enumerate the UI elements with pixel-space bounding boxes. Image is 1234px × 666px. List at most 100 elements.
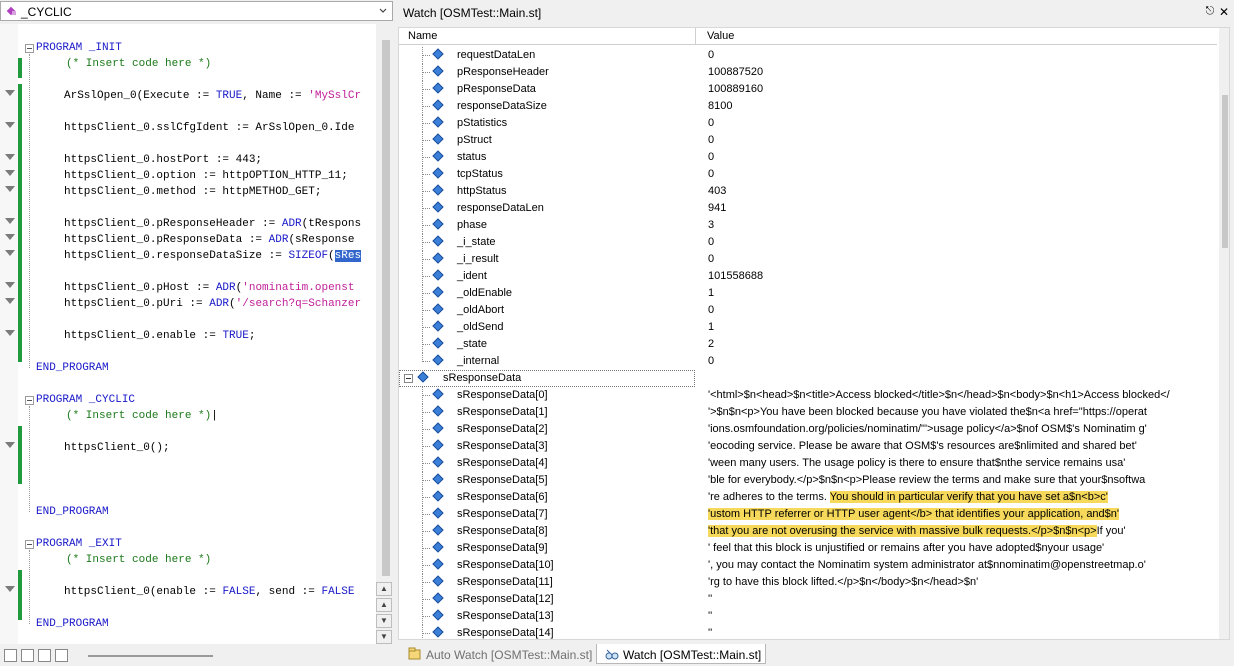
tab-watch[interactable]: Watch [OSMTest::Main.st] (596, 644, 766, 664)
tab-auto-watch[interactable]: Auto Watch [OSMTest::Main.st] (400, 644, 596, 664)
watch-row[interactable]: httpStatus 403 (399, 183, 1217, 200)
watch-row[interactable]: _internal 0 (399, 353, 1217, 370)
watch-row[interactable]: _state 2 (399, 336, 1217, 353)
variable-name: sResponseData[8] (457, 525, 548, 537)
text-cursor: | (211, 410, 218, 422)
watch-row[interactable]: _oldAbort 0 (399, 302, 1217, 319)
watch-row[interactable]: sResponseData[11] 'rg to have this block … (399, 574, 1217, 591)
variable-value: 0 (708, 168, 715, 180)
watch-row[interactable]: sResponseData[12] '' (399, 591, 1217, 608)
watch-row[interactable]: sResponseData[5] 'ble for everybody.</p>$… (399, 472, 1217, 489)
variable-name: status (457, 151, 487, 163)
variable-icon (432, 48, 444, 60)
watch-row[interactable]: sResponseData[9] ' feel that this block i… (399, 540, 1217, 557)
variable-icon (432, 541, 444, 553)
breakpoint-marker-icon[interactable] (5, 250, 15, 256)
watch-grid[interactable]: Name Value requestDataLen 0 pResponseHeade… (398, 27, 1230, 640)
breakpoint-marker-icon[interactable] (5, 298, 15, 304)
watch-row[interactable]: status 0 (399, 149, 1217, 166)
scroll-down-icon[interactable]: ▼ (376, 614, 392, 628)
watch-row[interactable]: responseDataLen 941 (399, 200, 1217, 217)
breakpoint-marker-icon[interactable] (5, 154, 15, 160)
code-editor[interactable]: PROGRAM _INIT (* Insert code here *) ArS… (0, 24, 376, 644)
watch-row[interactable]: _oldEnable 1 (399, 285, 1217, 302)
view-mode-icon[interactable] (4, 649, 17, 662)
close-icon[interactable]: ✕ (1218, 5, 1230, 19)
column-header-name[interactable]: Name (408, 30, 437, 42)
watch-row[interactable]: sResponseData[8] 'that you are not overus… (399, 523, 1217, 540)
code-token: '/search?q=Schanzer (235, 298, 362, 310)
watch-row[interactable]: _i_state 0 (399, 234, 1217, 251)
watch-row[interactable]: pResponseHeader 100887520 (399, 64, 1217, 81)
variable-value: 0 (708, 355, 715, 367)
breakpoint-marker-icon[interactable] (5, 234, 15, 240)
watch-row[interactable]: sResponseData[4] 'ween many users. The us… (399, 455, 1217, 472)
watch-row[interactable]: _ident 101558688 (399, 268, 1217, 285)
scroll-bottom-icon[interactable]: ▼ (376, 630, 392, 644)
breakpoint-marker-icon[interactable] (5, 170, 15, 176)
watch-row[interactable]: tcpStatus 0 (399, 166, 1217, 183)
fold-toggle[interactable] (25, 540, 34, 549)
breakpoint-marker-icon[interactable] (5, 218, 15, 224)
watch-row[interactable]: pStruct 0 (399, 132, 1217, 149)
chevron-down-icon[interactable] (378, 6, 388, 16)
scrollbar-thumb[interactable] (382, 40, 390, 576)
watch-row[interactable]: pStatistics 0 (399, 115, 1217, 132)
code-token: ADR (281, 218, 302, 230)
watch-row[interactable]: sResponseData[3] 'eocoding service. Pleas… (399, 438, 1217, 455)
fold-toggle[interactable] (25, 44, 34, 53)
breakpoint-marker-icon[interactable] (5, 90, 15, 96)
watch-row[interactable]: sResponseData[10] ', you may contact the … (399, 557, 1217, 574)
watch-row[interactable]: sResponseData[14] '' (399, 625, 1217, 639)
breakpoint-marker-icon[interactable] (5, 330, 15, 336)
scrollbar-thumb[interactable] (1222, 95, 1228, 248)
variable-value: 8100 (708, 100, 733, 112)
collapse-icon[interactable] (404, 374, 413, 383)
breakpoint-marker-icon[interactable] (5, 282, 15, 288)
watch-vertical-scrollbar[interactable] (1219, 28, 1229, 639)
program-selector[interactable]: _CYCLIC (0, 1, 393, 21)
breakpoint-marker-icon[interactable] (5, 122, 15, 128)
watch-row[interactable]: sResponseData[1] '>$n$n<p>You have been b… (399, 404, 1217, 421)
variable-value: 0 (708, 304, 715, 316)
layout-icon[interactable] (38, 649, 51, 662)
fold-toggle[interactable] (25, 396, 34, 405)
tree-line (422, 242, 430, 243)
watch-row[interactable]: sResponseData[0] '<html>$n<head>$n<title>… (399, 387, 1217, 404)
tree-line (422, 514, 430, 515)
variable-value: 0 (708, 49, 715, 61)
variable-name: pStatistics (457, 117, 508, 129)
breakpoint-marker-icon[interactable] (5, 442, 15, 448)
watch-row-group[interactable]: sResponseData (399, 370, 1217, 387)
breakpoint-marker-icon[interactable] (5, 186, 15, 192)
column-header-value[interactable]: Value (707, 30, 734, 42)
watch-row[interactable]: phase 3 (399, 217, 1217, 234)
watch-row[interactable]: sResponseData[7] 'ustom HTTP referrer or … (399, 506, 1217, 523)
scroll-up-icon[interactable]: ▲ (376, 598, 392, 612)
code-line: httpsClient_0(enable := FALSE, send := F… (64, 584, 354, 600)
column-divider[interactable] (695, 28, 696, 45)
tree-line (422, 599, 430, 600)
program-icon (7, 6, 16, 16)
variable-icon (432, 337, 444, 349)
watch-row[interactable]: responseDataSize 8100 (399, 98, 1217, 115)
watch-row[interactable]: sResponseData[13] '' (399, 608, 1217, 625)
watch-row[interactable]: _oldSend 1 (399, 319, 1217, 336)
horizontal-scrollbar-thumb[interactable] (88, 655, 213, 657)
watch-title-bar: Watch [OSMTest::Main.st] ⎋ ✕ (396, 2, 1232, 22)
watch-row[interactable]: pResponseData 100889160 (399, 81, 1217, 98)
scroll-top-icon[interactable]: ▲ (376, 582, 392, 596)
outline-icon[interactable] (55, 649, 68, 662)
watch-row[interactable]: _i_result 0 (399, 251, 1217, 268)
watch-row[interactable]: sResponseData[2] 'ions.osmfoundation.org/… (399, 421, 1217, 438)
breakpoint-marker-icon[interactable] (5, 586, 15, 592)
tree-line (422, 191, 430, 192)
variable-value: '' (708, 610, 712, 622)
tree-line (422, 106, 430, 107)
editor-vertical-scrollbar[interactable] (378, 40, 394, 628)
watch-row[interactable]: sResponseData[6] 're adheres to the terms… (399, 489, 1217, 506)
split-view-icon[interactable] (21, 649, 34, 662)
watch-row[interactable]: requestDataLen 0 (399, 47, 1217, 64)
variable-name: _oldSend (457, 321, 504, 333)
pin-icon[interactable]: ⎋ (1204, 5, 1216, 19)
